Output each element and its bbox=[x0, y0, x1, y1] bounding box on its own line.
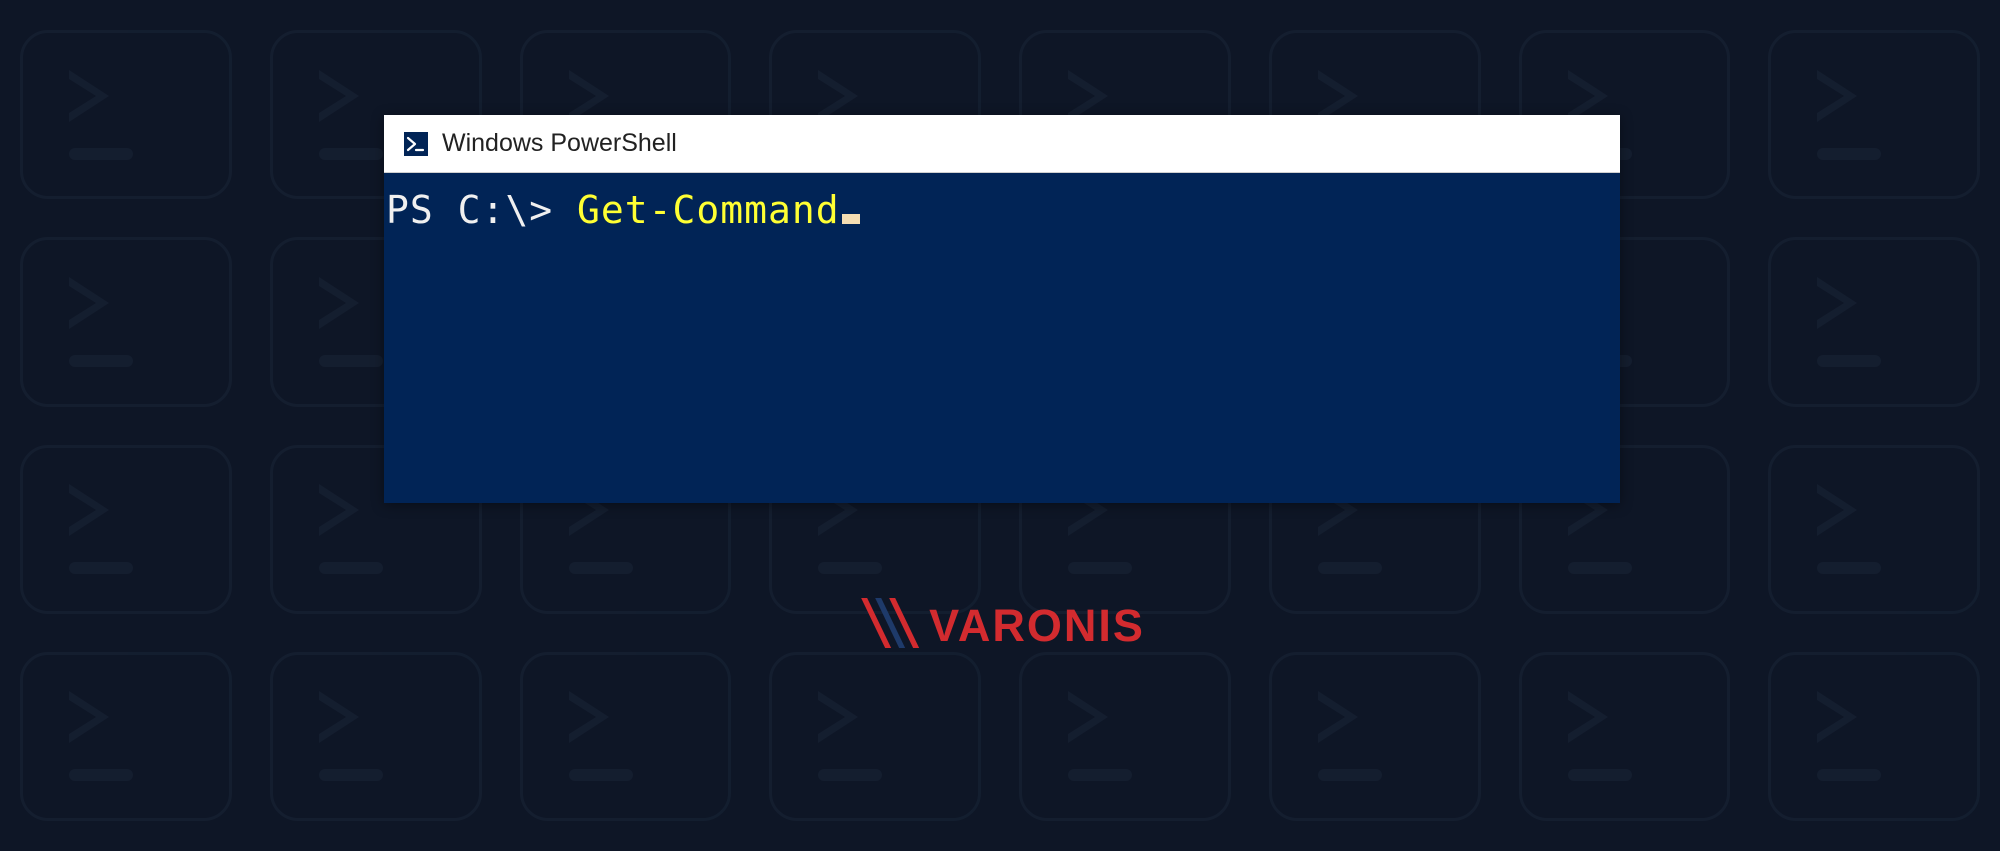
titlebar[interactable]: Windows PowerShell bbox=[384, 115, 1620, 173]
bg-ps-tile bbox=[20, 652, 232, 821]
bg-ps-tile bbox=[20, 30, 232, 199]
bg-ps-tile bbox=[1768, 445, 1980, 614]
bg-ps-tile bbox=[20, 445, 232, 614]
bg-ps-tile bbox=[1019, 652, 1231, 821]
terminal-cursor bbox=[842, 214, 860, 224]
bg-ps-tile bbox=[1768, 30, 1980, 199]
bg-ps-tile bbox=[1768, 652, 1980, 821]
powershell-icon bbox=[404, 132, 428, 156]
terminal-command: Get-Command bbox=[577, 188, 840, 232]
bg-ps-tile bbox=[1269, 652, 1481, 821]
bg-ps-tile bbox=[1519, 652, 1731, 821]
bg-ps-tile bbox=[1768, 237, 1980, 406]
powershell-window[interactable]: Windows PowerShell PS C:\> Get-Command bbox=[384, 115, 1620, 503]
bg-ps-tile bbox=[20, 237, 232, 406]
bg-ps-tile bbox=[520, 652, 732, 821]
terminal-body[interactable]: PS C:\> Get-Command bbox=[384, 173, 1620, 503]
terminal-prompt: PS C:\> bbox=[386, 188, 577, 232]
varonis-mark-icon bbox=[855, 596, 919, 656]
bg-ps-tile bbox=[270, 652, 482, 821]
window-title: Windows PowerShell bbox=[442, 129, 677, 158]
bg-ps-tile bbox=[769, 652, 981, 821]
brand-logo: VARONIS bbox=[855, 596, 1145, 656]
brand-name: VARONIS bbox=[929, 600, 1145, 652]
